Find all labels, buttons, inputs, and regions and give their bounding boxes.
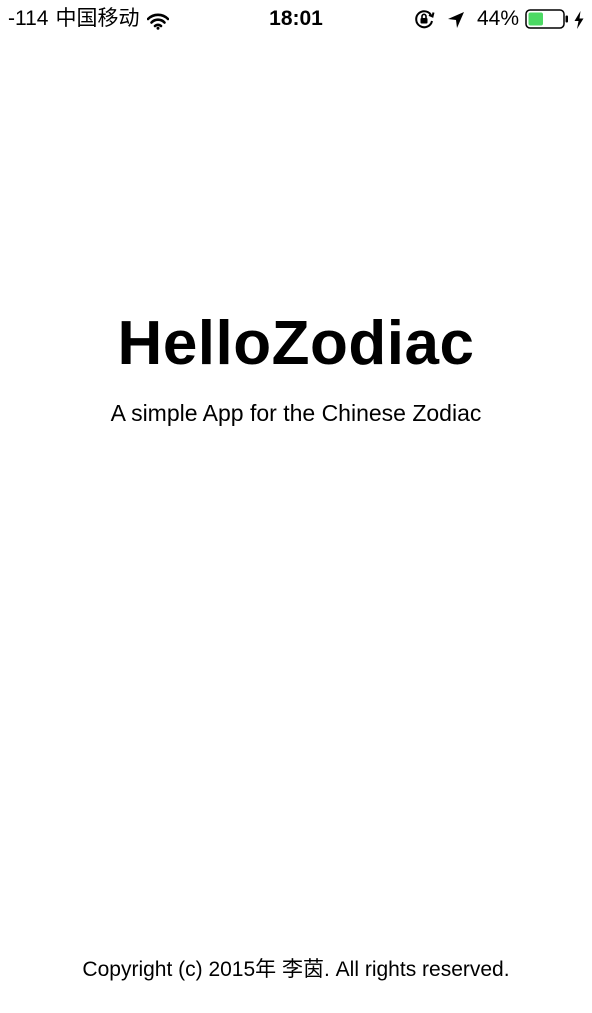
battery-level-fill — [528, 12, 543, 26]
app-subtitle: A simple App for the Chinese Zodiac — [110, 400, 482, 426]
battery-icon — [525, 9, 569, 29]
status-bar: -114 中国移动 18:01 44% — [0, 0, 592, 40]
status-bar-right: 44% — [413, 6, 584, 32]
copyright-notice: Copyright (c) 2015年 李茵. All rights reser… — [82, 958, 510, 981]
battery-percentage: 44% — [476, 7, 519, 30]
location-arrow-icon — [447, 10, 465, 28]
rotation-lock-icon — [413, 8, 435, 30]
charging-bolt-icon — [574, 10, 584, 29]
app-title: HelloZodiac — [117, 309, 475, 378]
